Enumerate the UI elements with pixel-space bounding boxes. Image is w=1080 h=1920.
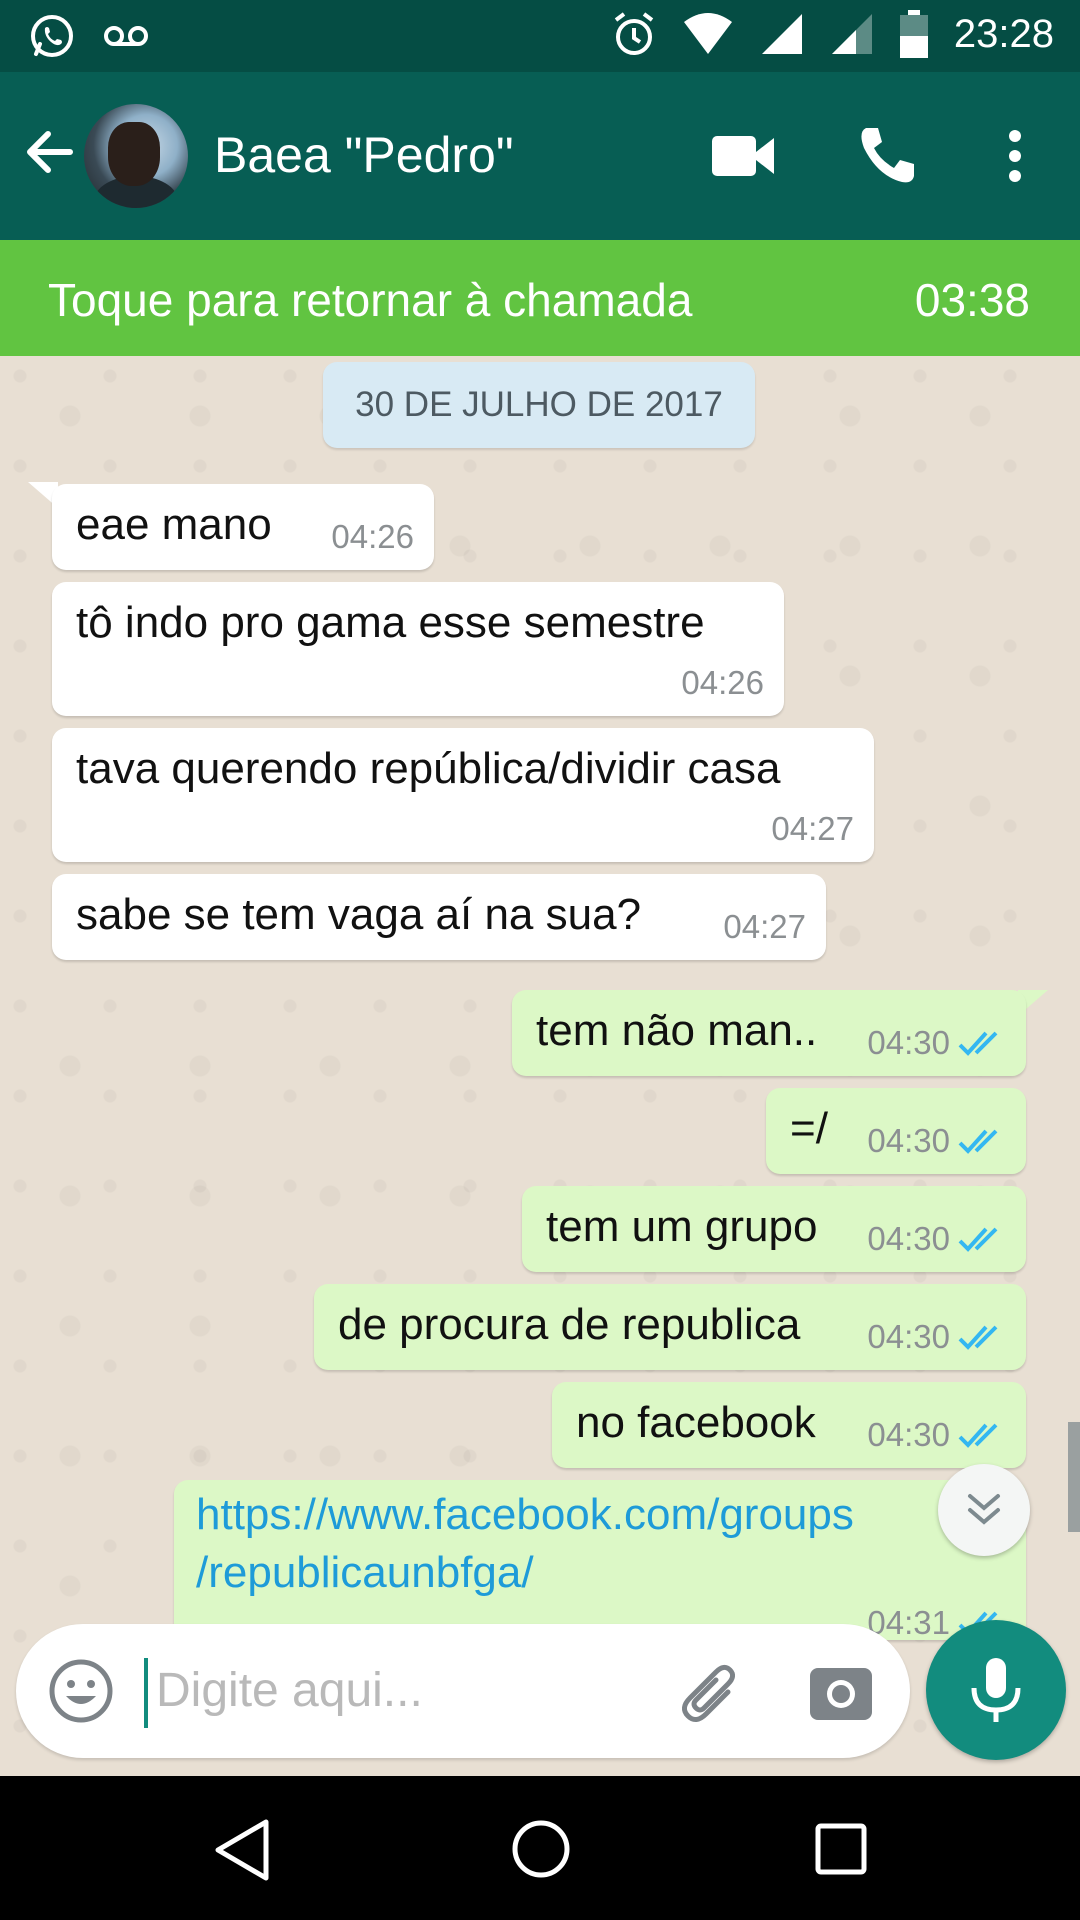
camera-icon[interactable] <box>808 1660 874 1722</box>
read-receipt-icon <box>958 1031 998 1056</box>
text-caret <box>144 1658 148 1728</box>
read-receipt-icon <box>958 1129 998 1154</box>
message-time: 04:30 <box>867 1318 950 1355</box>
incoming-message[interactable]: sabe se tem vaga aí na sua? 04:27 <box>52 874 826 960</box>
read-receipt-icon <box>958 1325 998 1350</box>
nav-home-icon[interactable] <box>510 1818 572 1880</box>
signal-icon-2 <box>831 14 872 54</box>
facebook-group-link[interactable]: https://www.facebook.com/groups /republi… <box>196 1486 854 1602</box>
paperclip-icon[interactable] <box>676 1658 746 1728</box>
message-text: tava querendo república/dividir casa <box>76 744 781 793</box>
return-to-call-banner[interactable]: Toque para retornar à chamada 03:38 <box>0 240 1080 356</box>
outgoing-message[interactable]: =/ 04:30 <box>766 1088 1026 1174</box>
more-options-icon[interactable] <box>1000 128 1030 184</box>
message-time: 04:30 <box>867 1416 950 1453</box>
message-text: tô indo pro gama esse semestre <box>76 598 705 647</box>
date-chip: 30 DE JULHO DE 2017 <box>323 362 755 448</box>
link-line-1: https://www.facebook.com/groups <box>196 1490 854 1539</box>
signal-icon <box>761 14 802 54</box>
whatsapp-icon <box>31 15 73 57</box>
message-text: eae mano <box>76 500 272 549</box>
message-time: 04:30 <box>867 1024 950 1061</box>
contact-name[interactable]: Baea "Pedro" <box>214 126 514 184</box>
outgoing-message[interactable]: de procura de republica 04:30 <box>314 1284 1026 1370</box>
outgoing-link-message[interactable]: https://www.facebook.com/groups /republi… <box>174 1480 1026 1641</box>
message-time: 04:27 <box>771 810 854 847</box>
message-text: sabe se tem vaga aí na sua? <box>76 890 642 939</box>
message-composer <box>16 1624 910 1758</box>
voice-message-button[interactable] <box>926 1620 1066 1760</box>
message-time: 04:30 <box>867 1220 950 1257</box>
message-text: de procura de republica <box>338 1300 801 1349</box>
scrollbar-thumb[interactable] <box>1068 1422 1080 1532</box>
incoming-message[interactable]: tô indo pro gama esse semestre 04:26 <box>52 582 784 716</box>
call-timer: 03:38 <box>914 274 1030 326</box>
message-text: tem um grupo <box>546 1202 818 1251</box>
emoji-icon[interactable] <box>46 1656 116 1726</box>
system-navigation-bar <box>0 1776 1080 1920</box>
outgoing-message[interactable]: tem um grupo 04:30 <box>522 1186 1026 1272</box>
message-time: 04:26 <box>331 518 414 555</box>
read-receipt-icon <box>958 1227 998 1252</box>
message-time: 04:26 <box>681 664 764 701</box>
message-time: 04:30 <box>867 1122 950 1159</box>
scroll-to-bottom-button[interactable] <box>938 1464 1030 1556</box>
message-text: =/ <box>790 1104 828 1153</box>
phone-call-icon[interactable] <box>856 124 918 186</box>
message-input[interactable] <box>154 1654 658 1726</box>
incoming-message[interactable]: eae mano 04:26 <box>52 484 434 570</box>
voicemail-icon <box>104 26 148 46</box>
message-time: 04:27 <box>723 908 806 945</box>
call-banner-label: Toque para retornar à chamada <box>48 274 693 326</box>
alarm-icon <box>614 12 654 55</box>
microphone-icon <box>971 1658 1021 1722</box>
outgoing-message[interactable]: tem não man.. 04:30 <box>512 990 1026 1076</box>
video-call-icon[interactable] <box>710 130 776 182</box>
chat-header: Baea "Pedro" <box>0 72 1080 240</box>
link-line-2: /republicaunbfga/ <box>196 1548 534 1597</box>
incoming-message[interactable]: tava querendo república/dividir casa 04:… <box>52 728 874 862</box>
nav-recent-apps-icon[interactable] <box>814 1822 868 1876</box>
double-chevron-down-icon <box>968 1494 1000 1525</box>
wifi-icon <box>683 13 732 54</box>
message-text: no facebook <box>576 1398 816 1447</box>
avatar[interactable] <box>84 104 188 208</box>
status-time: 23:28 <box>953 11 1054 56</box>
message-text: tem não man.. <box>536 1006 818 1055</box>
outgoing-message[interactable]: no facebook 04:30 <box>552 1382 1026 1468</box>
chat-area[interactable]: 30 DE JULHO DE 2017 eae mano 04:26 tô in… <box>0 356 1080 1776</box>
back-arrow-icon[interactable] <box>20 122 80 182</box>
read-receipt-icon <box>958 1423 998 1448</box>
status-bar: 23:28 <box>0 0 1080 72</box>
battery-icon <box>899 10 928 58</box>
nav-back-icon[interactable] <box>210 1816 272 1884</box>
